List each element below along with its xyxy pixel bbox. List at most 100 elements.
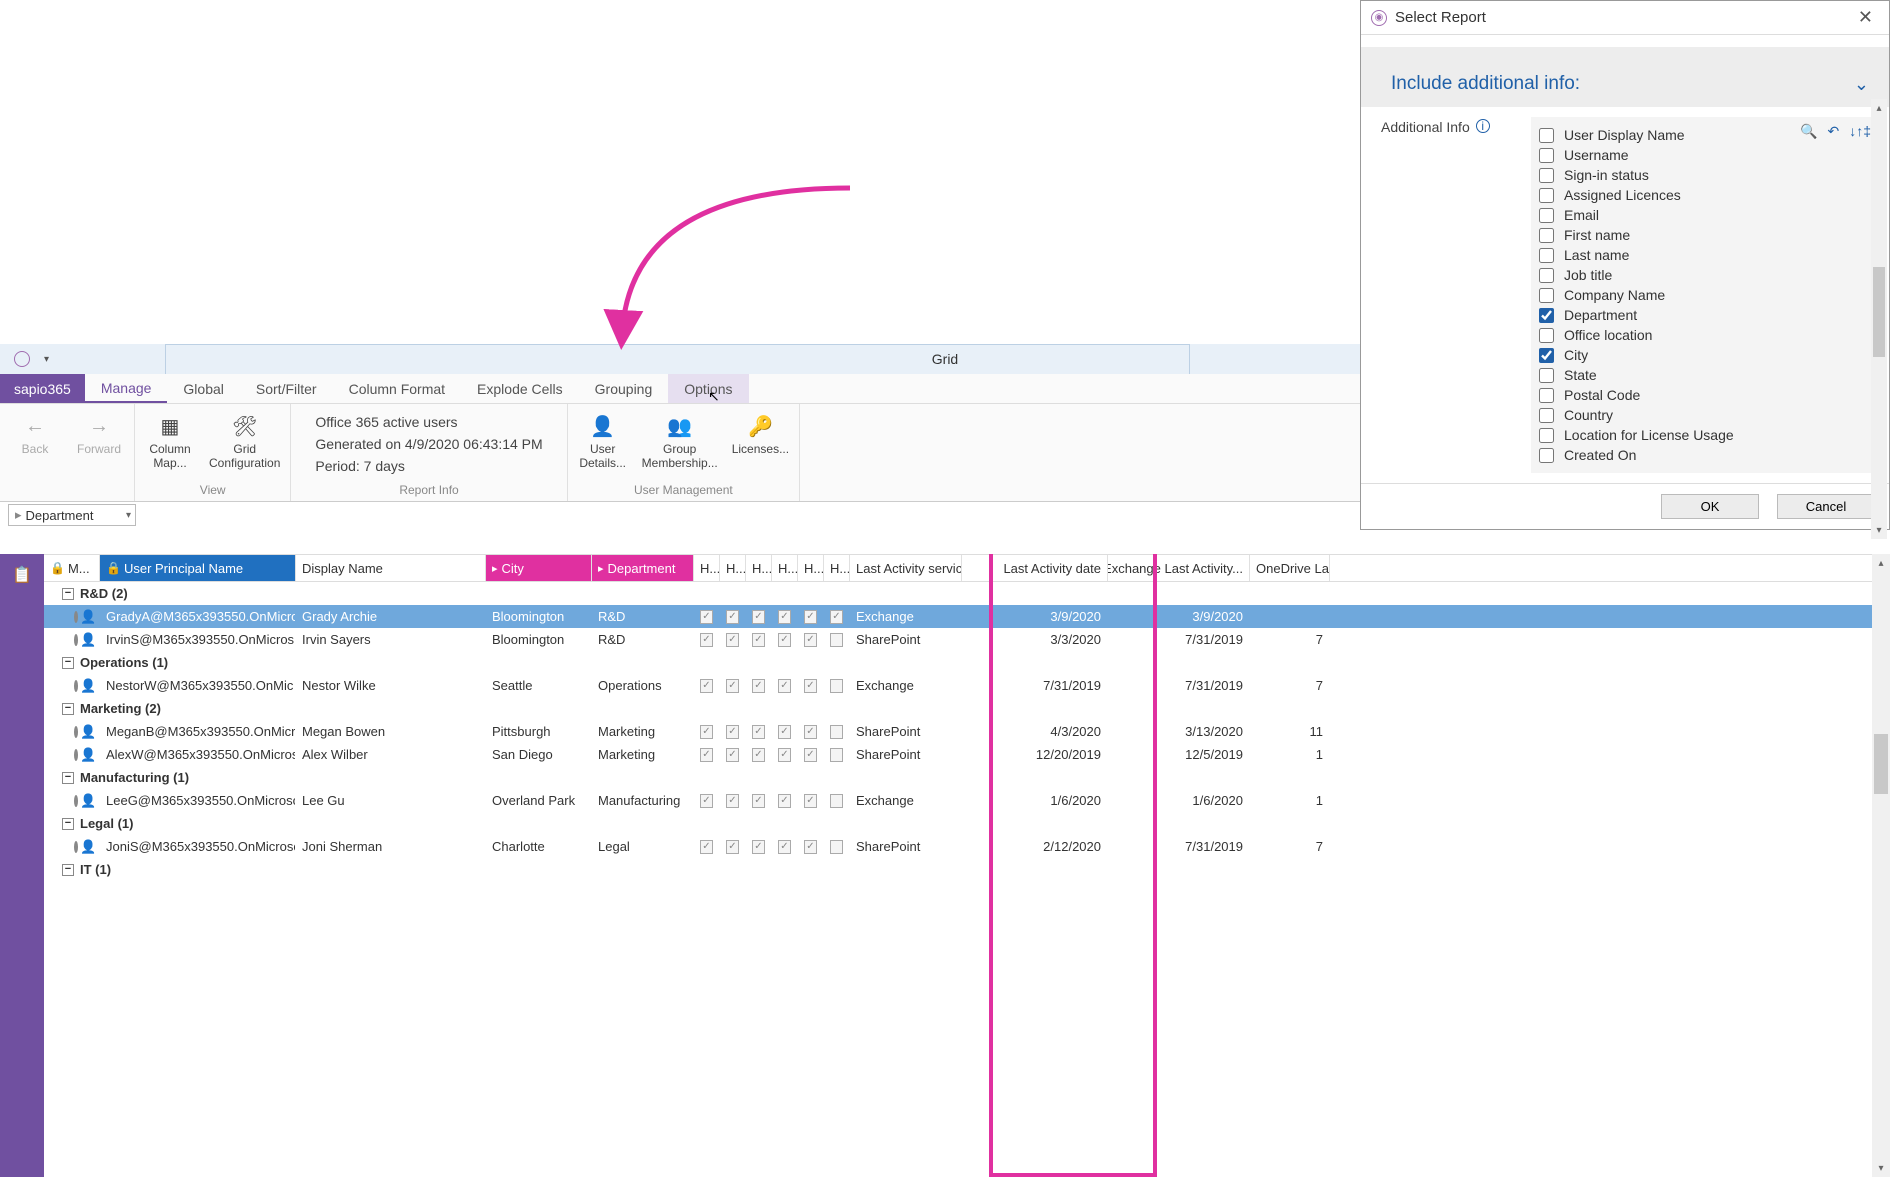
scroll-down-icon[interactable]: ▾ xyxy=(1871,521,1887,539)
checkbox[interactable] xyxy=(1539,228,1554,243)
additional-info-item[interactable]: Last name xyxy=(1539,245,1811,265)
additional-info-item[interactable]: Assigned Licences xyxy=(1539,185,1811,205)
collapse-icon[interactable]: − xyxy=(62,588,74,600)
checkbox[interactable] xyxy=(1539,268,1554,283)
col-h2[interactable]: H... xyxy=(720,555,746,581)
undo-icon[interactable]: ↶ xyxy=(1827,123,1839,140)
scroll-up-icon[interactable]: ▴ xyxy=(1871,99,1887,117)
col-department[interactable]: Department xyxy=(592,555,694,581)
additional-info-item[interactable]: Email xyxy=(1539,205,1811,225)
tab-manage[interactable]: Manage xyxy=(85,374,168,403)
checkbox[interactable] xyxy=(1539,448,1554,463)
licenses-button[interactable]: 🔑Licenses... xyxy=(732,408,789,481)
col-exchange-last-activity[interactable]: Exchange Last Activity... xyxy=(1108,555,1250,581)
col-last-activity-service[interactable]: Last Activity service xyxy=(850,555,962,581)
grid-config-button[interactable]: 🛠Grid Configuration xyxy=(209,408,280,481)
checkbox[interactable] xyxy=(1539,428,1554,443)
additional-info-item[interactable]: User Display Name xyxy=(1539,125,1811,145)
dialog-scrollbar[interactable]: ▴ ▾ xyxy=(1871,99,1887,539)
checkbox[interactable] xyxy=(1539,168,1554,183)
checkbox[interactable] xyxy=(1539,388,1554,403)
search-icon[interactable]: 🔍 xyxy=(1800,123,1817,140)
col-upn[interactable]: 🔒User Principal Name xyxy=(100,555,296,581)
checkbox[interactable] xyxy=(1539,208,1554,223)
table-row[interactable]: 👤GradyA@M365x393550.OnMicroGrady ArchieB… xyxy=(44,605,1890,628)
section-header[interactable]: Include additional info: ⌄ xyxy=(1361,63,1889,107)
col-m[interactable]: 🔒M... xyxy=(44,555,100,581)
additional-info-item[interactable]: Department xyxy=(1539,305,1811,325)
col-h5[interactable]: H... xyxy=(798,555,824,581)
additional-info-item[interactable]: Office location xyxy=(1539,325,1811,345)
column-map-button[interactable]: ▦Column Map... xyxy=(145,408,195,481)
group-row[interactable]: −IT (1) xyxy=(44,858,1890,881)
checkbox[interactable] xyxy=(1539,188,1554,203)
collapse-icon[interactable]: − xyxy=(62,772,74,784)
scroll-up-icon[interactable]: ▴ xyxy=(1872,554,1890,572)
table-row[interactable]: 👤LeeG@M365x393550.OnMicrosoLee GuOverlan… xyxy=(44,789,1890,812)
collapse-icon[interactable]: − xyxy=(62,657,74,669)
col-city[interactable]: City xyxy=(486,555,592,581)
tab-explodecells[interactable]: Explode Cells xyxy=(461,374,579,403)
checkbox[interactable] xyxy=(1539,288,1554,303)
col-h1[interactable]: H... xyxy=(694,555,720,581)
collapse-icon[interactable]: − xyxy=(62,818,74,830)
col-h3[interactable]: H... xyxy=(746,555,772,581)
scroll-down-icon[interactable]: ▾ xyxy=(1872,1159,1890,1177)
table-row[interactable]: 👤JoniS@M365x393550.OnMicrosoJoni Sherman… xyxy=(44,835,1890,858)
checkbox[interactable] xyxy=(1539,308,1554,323)
additional-info-item[interactable]: First name xyxy=(1539,225,1811,245)
ok-button[interactable]: OK xyxy=(1661,494,1759,519)
table-row[interactable]: 👤MeganB@M365x393550.OnMicrMegan BowenPit… xyxy=(44,720,1890,743)
additional-info-item[interactable]: Location for License Usage xyxy=(1539,425,1811,445)
col-h4[interactable]: H... xyxy=(772,555,798,581)
tab-global[interactable]: Global xyxy=(167,374,239,403)
product-tab[interactable]: sapio365 xyxy=(0,374,85,403)
additional-info-item[interactable]: Username xyxy=(1539,145,1811,165)
close-icon[interactable]: ✕ xyxy=(1852,7,1879,28)
tab-sortfilter[interactable]: Sort/Filter xyxy=(240,374,333,403)
group-row[interactable]: −Operations (1) xyxy=(44,651,1890,674)
additional-info-item[interactable]: State xyxy=(1539,365,1811,385)
additional-info-item[interactable]: Country xyxy=(1539,405,1811,425)
tab-options[interactable]: Options xyxy=(668,374,748,403)
info-icon[interactable]: i xyxy=(1476,119,1490,133)
table-row[interactable]: 👤IrvinS@M365x393550.OnMicrosIrvin Sayers… xyxy=(44,628,1890,651)
col-onedrive-last[interactable]: OneDrive Last xyxy=(1250,555,1330,581)
checkbox[interactable] xyxy=(1539,128,1554,143)
checkbox[interactable] xyxy=(1539,148,1554,163)
checkbox[interactable] xyxy=(1539,328,1554,343)
collapse-icon[interactable]: − xyxy=(62,703,74,715)
tab-columnformat[interactable]: Column Format xyxy=(333,374,461,403)
checkbox[interactable] xyxy=(1539,348,1554,363)
forward-button[interactable]: →Forward xyxy=(74,408,124,481)
group-row[interactable]: −Manufacturing (1) xyxy=(44,766,1890,789)
additional-info-item[interactable]: Job title xyxy=(1539,265,1811,285)
tab-grouping[interactable]: Grouping xyxy=(579,374,669,403)
table-row[interactable]: 👤AlexW@M365x393550.OnMicrosAlex WilberSa… xyxy=(44,743,1890,766)
table-row[interactable]: 👤NestorW@M365x393550.OnMicNestor WilkeSe… xyxy=(44,674,1890,697)
additional-info-item[interactable]: Created On xyxy=(1539,445,1811,465)
collapse-icon[interactable]: − xyxy=(62,864,74,876)
checkbox[interactable] xyxy=(1539,248,1554,263)
grid-scrollbar[interactable]: ▴ ▾ xyxy=(1872,554,1890,1177)
back-button[interactable]: ←Back xyxy=(10,408,60,481)
group-membership-button[interactable]: 👥Group Membership... xyxy=(642,408,718,481)
sort-icon[interactable]: ↓↑‡ xyxy=(1849,123,1871,140)
additional-info-item[interactable]: Postal Code xyxy=(1539,385,1811,405)
user-details-button[interactable]: 👤User Details... xyxy=(578,408,628,481)
qat-dropdown-icon[interactable]: ▾ xyxy=(44,354,49,365)
col-h6[interactable]: H... xyxy=(824,555,850,581)
checkbox[interactable] xyxy=(1539,408,1554,423)
col-last-activity-date[interactable]: Last Activity date xyxy=(962,555,1108,581)
checkbox[interactable] xyxy=(1539,368,1554,383)
group-row[interactable]: −Marketing (2) xyxy=(44,697,1890,720)
col-display-name[interactable]: Display Name xyxy=(296,555,486,581)
group-row[interactable]: −R&D (2) xyxy=(44,582,1890,605)
group-row[interactable]: −Legal (1) xyxy=(44,812,1890,835)
additional-info-item[interactable]: Sign-in status xyxy=(1539,165,1811,185)
additional-info-item[interactable]: City xyxy=(1539,345,1811,365)
cancel-button[interactable]: Cancel xyxy=(1777,494,1875,519)
additional-info-item[interactable]: Company Name xyxy=(1539,285,1811,305)
rail-clipboard-icon[interactable]: 📋 xyxy=(7,560,37,590)
department-combo[interactable]: ▸Department▾ xyxy=(8,504,136,526)
